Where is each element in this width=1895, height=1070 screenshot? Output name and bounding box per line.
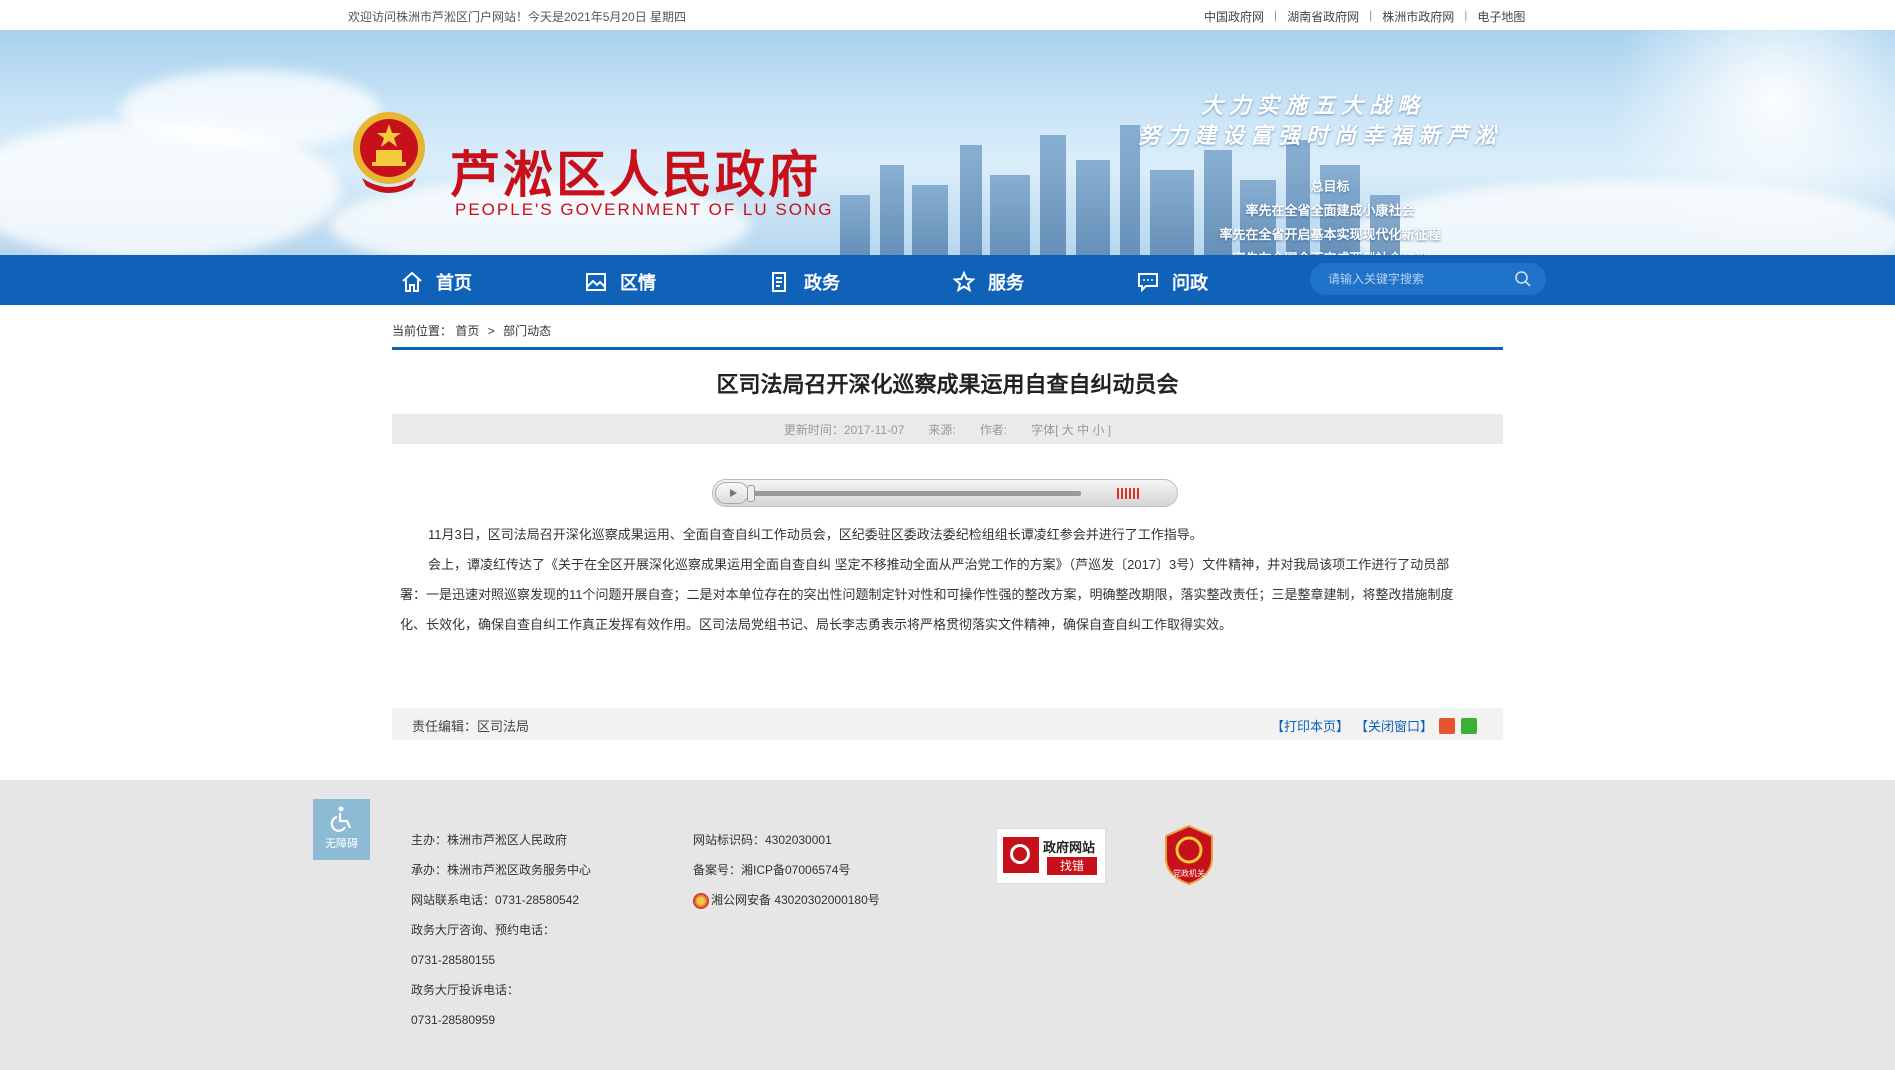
source-label: 来源: <box>928 422 956 437</box>
police-record[interactable]: 湘公网安备 43020302000180号 <box>693 885 880 915</box>
divider <box>392 347 1503 350</box>
breadcrumb: 当前位置： 首页 > 部门动态 <box>392 324 552 338</box>
article-paragraph: 11月3日，区司法局召开深化巡察成果运用、全面自查自纠工作动员会，区纪委驻区委政… <box>428 527 1203 542</box>
nav-item-services[interactable]: 服务 <box>952 269 1024 295</box>
nav-item-label: 区情 <box>620 273 656 293</box>
site-phone: 网站联系电话：0731-28580542 <box>411 893 580 907</box>
gov-site-error-report[interactable]: 政府网站 找错 <box>996 828 1106 884</box>
audio-player <box>712 479 1178 507</box>
party-gov-org-icon[interactable]: 党政机关 <box>1162 824 1216 886</box>
footer-info-col1: 主办：株洲市芦淞区人民政府 承办：株洲市芦淞区政务服务中心 网站联系电话：073… <box>411 825 591 1035</box>
volume-icon[interactable] <box>1117 488 1141 499</box>
magnifier-icon <box>1003 837 1039 873</box>
link-zhuzhou-gov[interactable]: 株洲市政府网 <box>1382 8 1454 25</box>
site-title: 芦淞区人民政府 <box>450 147 821 203</box>
nav-item-affairs[interactable]: 政务 <box>768 269 840 295</box>
print-link[interactable]: 【打印本页】 <box>1271 716 1349 735</box>
hall-complaint-phone: 0731-28580959 <box>411 1013 496 1027</box>
responsible-editor: 责任编辑：区司法局 <box>412 719 530 734</box>
document-icon <box>772 272 786 292</box>
organizer: 承办：株洲市芦淞区政务服务中心 <box>411 863 592 877</box>
top-bar: 欢迎访问株洲市芦淞区门户网站！今天是2021年5月20日 星期四 中国政府网 |… <box>0 0 1895 30</box>
chat-icon <box>1138 273 1158 293</box>
welcome-text: 欢迎访问株洲市芦淞区门户网站！今天是2021年5月20日 星期四 <box>348 10 687 24</box>
author-label: 作者: <box>979 422 1008 437</box>
close-window-link[interactable]: 【关闭窗口】 <box>1355 716 1433 735</box>
link-china-gov[interactable]: 中国政府网 <box>1204 8 1264 25</box>
nav-item-inquiry[interactable]: 问政 <box>1136 269 1208 295</box>
image-icon <box>586 273 606 291</box>
search-icon[interactable] <box>1514 270 1532 288</box>
breadcrumb-dept-news[interactable]: 部门动态 <box>503 324 551 338</box>
article-footer: 责任编辑：区司法局 【打印本页】 【关闭窗口】 <box>392 708 1503 740</box>
host-org: 主办：株洲市芦淞区人民政府 <box>411 833 568 847</box>
search-box <box>1310 263 1546 295</box>
page-footer: 无障碍 主办：株洲市芦淞区人民政府 承办：株洲市芦淞区政务服务中心 网站联系电话… <box>0 780 1895 1070</box>
nav-item-home[interactable]: 首页 <box>400 269 472 295</box>
hall-inquiry-label: 政务大厅咨询、预约电话： <box>411 923 556 937</box>
nav-item-label: 问政 <box>1172 273 1208 293</box>
goals-block: 总目标 率先在全省全面建成小康社会 率先在全省开启基本实现现代化新征程 率先在全… <box>1150 175 1510 255</box>
article-paragraph: 会上，谭凌红传达了《关于在全区开展深化巡察成果运用全面自查自纠 坚定不移推动全面… <box>400 557 1454 632</box>
accessibility-label: 无障碍 <box>325 838 358 850</box>
update-time: 更新时间：2017-11-07 <box>783 422 905 437</box>
breadcrumb-home[interactable]: 首页 <box>455 324 479 338</box>
slogan-line-2: 努力建设富强时尚幸福新芦淞 <box>1137 123 1502 148</box>
play-button[interactable] <box>715 482 749 504</box>
wheelchair-icon <box>330 806 351 832</box>
link-e-map[interactable]: 电子地图 <box>1477 8 1525 25</box>
nav-item-label: 服务 <box>988 273 1024 293</box>
goals-heading: 总目标 <box>1310 179 1350 194</box>
article-body: 11月3日，区司法局召开深化巡察成果运用、全面自查自纠工作动员会，区纪委驻区委政… <box>400 520 1472 640</box>
progress-track[interactable] <box>751 491 1081 496</box>
icp-record[interactable]: 备案号：湘ICP备07006574号 <box>693 855 880 885</box>
search-input[interactable] <box>1328 269 1508 289</box>
nav-item-label: 首页 <box>436 273 472 293</box>
hall-inquiry-phone: 0731-28580155 <box>411 953 496 967</box>
article-meta: 更新时间：2017-11-07 来源: 作者: 字体[ 大 中 小 ] <box>392 414 1503 444</box>
police-badge-icon <box>693 892 709 909</box>
nav-item-label: 政务 <box>804 273 840 293</box>
hall-complaint-label: 政务大厅投诉电话： <box>411 983 520 997</box>
goal-item: 率先在全省全面建成小康社会 <box>1245 203 1415 218</box>
home-icon <box>402 271 422 292</box>
link-hunan-gov[interactable]: 湖南省政府网 <box>1287 8 1359 25</box>
article-title: 区司法局召开深化巡察成果运用自查自纠动员会 <box>716 372 1179 397</box>
accessibility-button[interactable]: 无障碍 <box>313 799 370 860</box>
site-subtitle: PEOPLE'S GOVERNMENT OF LU SONG <box>455 200 834 219</box>
footer-info-col2: 网站标识码：4302030001 备案号：湘ICP备07006574号 湘公网安… <box>693 825 880 915</box>
top-links: 中国政府网 | 湖南省政府网 | 株洲市政府网 | 电子地图 <box>1204 8 1526 25</box>
site-banner: 芦淞区人民政府 PEOPLE'S GOVERNMENT OF LU SONG 大… <box>0 30 1895 255</box>
font-size-control[interactable]: 字体[ 大 中 小 ] <box>1031 421 1111 438</box>
goal-item: 率先在全省开启基本实现现代化新征程 <box>1219 227 1441 242</box>
breadcrumb-prefix: 当前位置： <box>392 324 453 338</box>
article-actions: 【打印本页】 【关闭窗口】 <box>1265 716 1477 735</box>
national-emblem-icon <box>353 112 425 193</box>
progress-handle[interactable] <box>747 485 755 502</box>
main-nav: 首页 区情 政务 服务 问政 <box>0 255 1895 305</box>
slogan-line-1: 大力实施五大战略 <box>1200 93 1425 118</box>
goal-item: 率先在全国全面完成两型社会建设 <box>1150 247 1510 255</box>
nav-item-district[interactable]: 区情 <box>584 269 656 295</box>
weibo-share-icon[interactable] <box>1439 717 1455 734</box>
wechat-share-icon[interactable] <box>1461 717 1477 734</box>
svg-text:党政机关: 党政机关 <box>1173 868 1205 878</box>
star-icon <box>952 270 976 293</box>
site-id: 网站标识码：4302030001 <box>693 833 832 847</box>
